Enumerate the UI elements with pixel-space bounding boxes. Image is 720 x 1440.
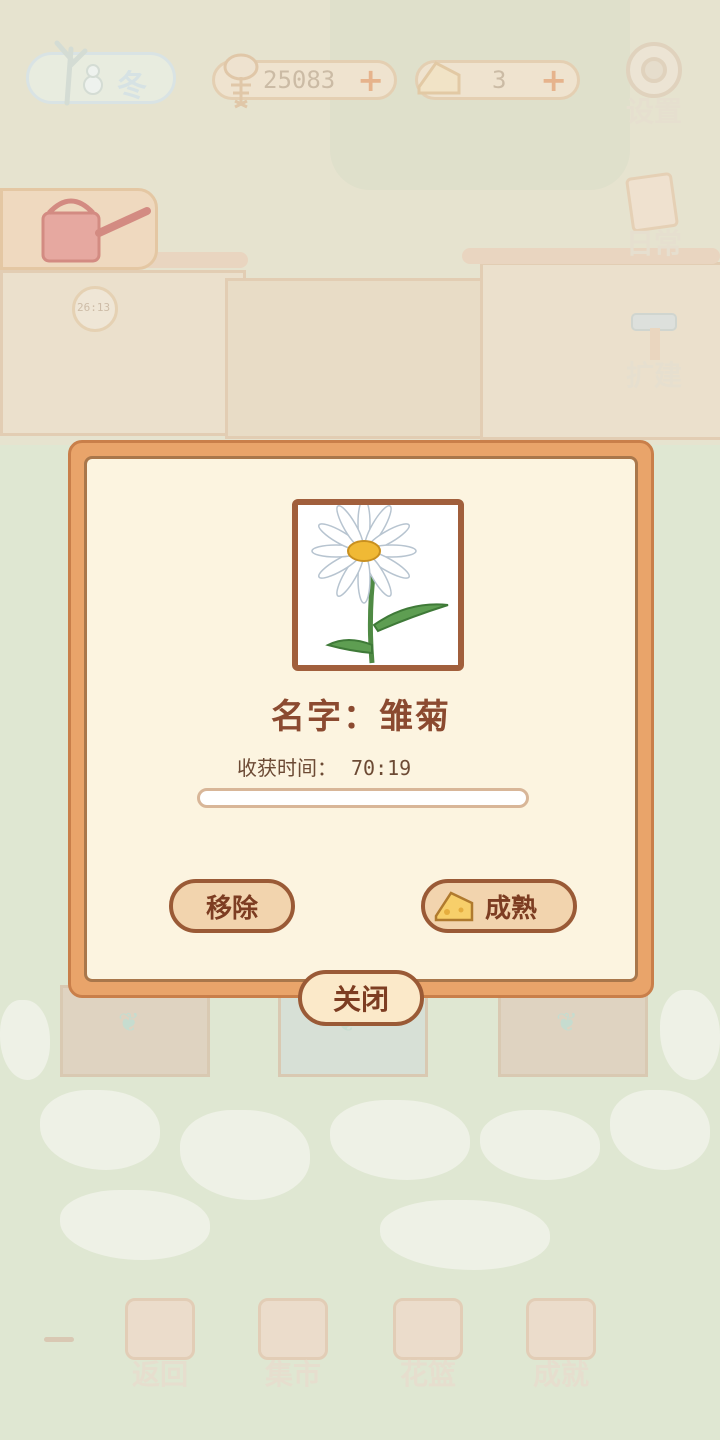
- trophy-icon: [526, 1298, 596, 1360]
- alarm-clock: 26:13: [72, 286, 118, 332]
- expand-button[interactable]: 扩建: [614, 304, 694, 394]
- flower-basket-icon: [393, 1298, 463, 1360]
- harvest-time-row: 收获时间： 70:19: [237, 752, 425, 781]
- center-cabinet: [225, 278, 493, 439]
- cheese-icon: [417, 61, 461, 95]
- cheese-counter: 3 +: [415, 60, 580, 100]
- watering-can-icon: [41, 198, 151, 263]
- market-button[interactable]: 集市: [248, 1298, 338, 1393]
- back-label: 返回: [131, 1358, 188, 1391]
- garden-plot[interactable]: ❦: [60, 985, 210, 1077]
- cheese-icon: [434, 891, 474, 922]
- flower-info-dialog: 名字：雏菊 收获时间： 70:19 移除 成熟: [68, 440, 654, 998]
- growth-progress-bar: [197, 788, 529, 808]
- ripen-label: 成熟: [485, 893, 538, 924]
- basket-button[interactable]: 花篮: [383, 1298, 473, 1393]
- add-cheese-icon[interactable]: +: [540, 64, 567, 96]
- daily-label: 日常: [625, 227, 682, 260]
- settings-label: 设置: [625, 95, 682, 128]
- settings-button[interactable]: 设置: [614, 40, 694, 130]
- flower-portrait-frame: [292, 498, 464, 671]
- clock-time: 26:13: [77, 301, 111, 314]
- market-stall-icon: [258, 1298, 328, 1360]
- basket-label: 花篮: [399, 1358, 456, 1391]
- snowman-tree-icon: [54, 40, 103, 106]
- daisy-icon: [311, 498, 449, 664]
- dialog-panel: 名字：雏菊 收获时间： 70:19 移除 成熟: [84, 456, 638, 982]
- left-counter: [0, 270, 246, 436]
- fish-coin-counter: 25083 +: [212, 53, 397, 109]
- remove-button[interactable]: 移除: [169, 879, 295, 933]
- add-coins-icon[interactable]: +: [357, 64, 384, 96]
- season-badge[interactable]: 冬: [26, 40, 176, 106]
- fish-coin-value: 25083: [263, 66, 336, 94]
- cheese-value: 3: [492, 66, 507, 94]
- daily-button[interactable]: 日常: [614, 172, 694, 262]
- watering-can-slot[interactable]: [0, 188, 158, 270]
- achievement-label: 成就: [532, 1358, 589, 1391]
- harvest-time-label: 收获时间：: [237, 756, 337, 780]
- collapse-handle[interactable]: [44, 1337, 74, 1342]
- door-icon: [125, 1298, 195, 1360]
- achievement-button[interactable]: 成就: [516, 1298, 606, 1393]
- close-label: 关闭: [332, 983, 389, 1016]
- sprout-icon: ❦: [118, 1008, 140, 1038]
- fish-bone-icon: [223, 53, 259, 109]
- remove-label: 移除: [205, 893, 258, 924]
- flower-name: 名字：雏菊: [271, 697, 451, 737]
- season-label: 冬: [117, 69, 147, 104]
- back-button[interactable]: 返回: [115, 1298, 205, 1393]
- harvest-time-value: 70:19: [351, 756, 412, 780]
- ripen-button[interactable]: 成熟: [421, 879, 577, 933]
- market-label: 集市: [264, 1358, 321, 1391]
- sprout-icon: ❦: [556, 1008, 578, 1038]
- close-button[interactable]: 关闭: [298, 970, 424, 1026]
- expand-label: 扩建: [625, 359, 682, 392]
- garden-plot[interactable]: ❦: [498, 985, 648, 1077]
